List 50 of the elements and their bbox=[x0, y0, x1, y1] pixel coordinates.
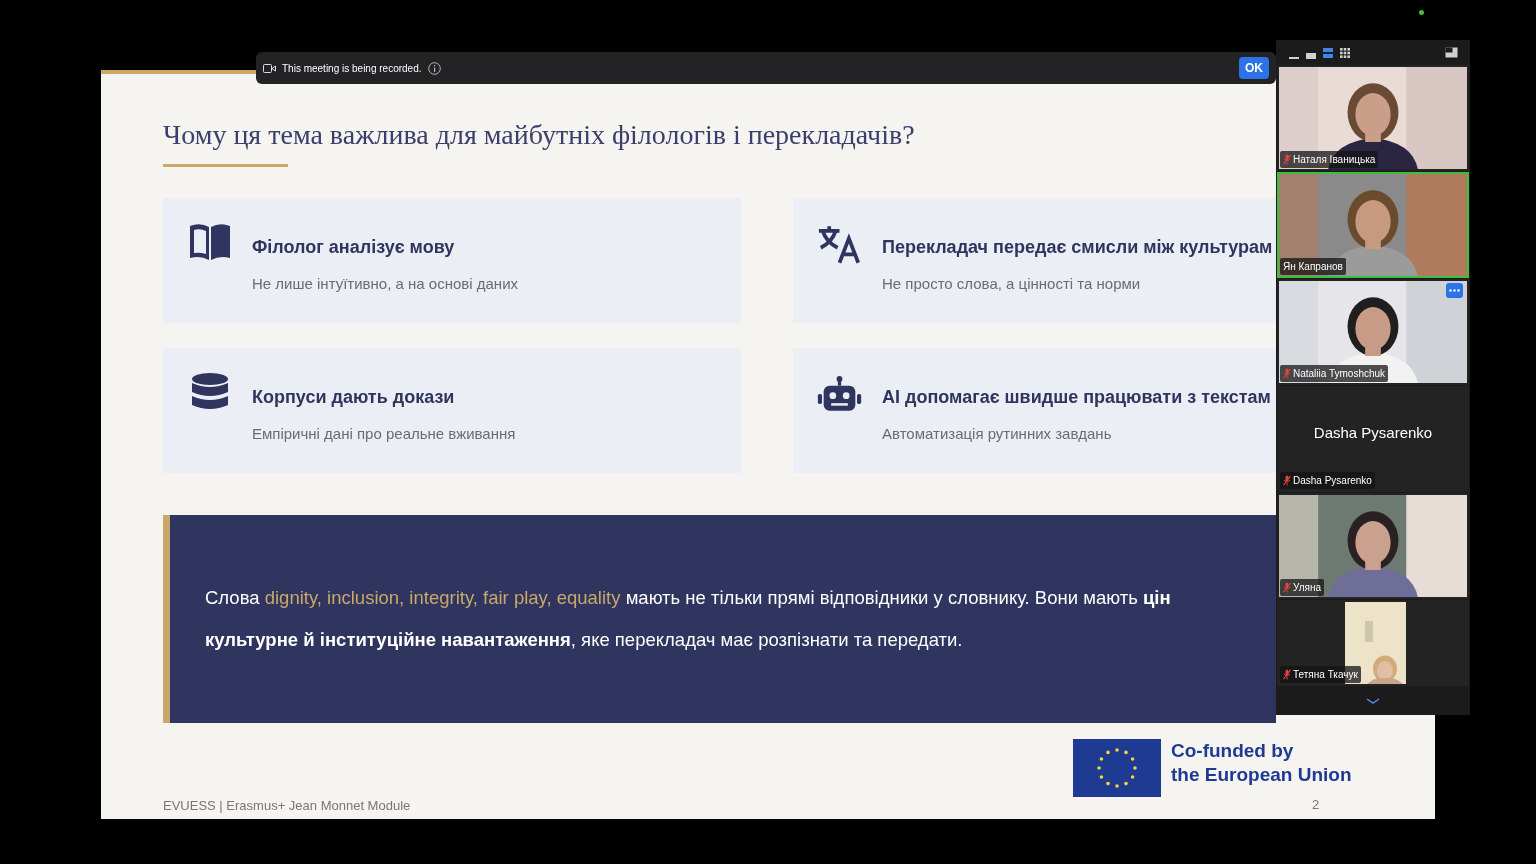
window-icon bbox=[1445, 47, 1458, 58]
card-title: Корпуси дають докази bbox=[252, 386, 456, 409]
muted-microphone-icon bbox=[1283, 368, 1291, 379]
card-title: Філолог аналізує мову bbox=[252, 236, 456, 259]
participant-name: Наталя Іваницька bbox=[1293, 153, 1376, 167]
participant-tile[interactable]: Наталя Іваницька bbox=[1277, 65, 1469, 171]
strip-view-icon bbox=[1306, 52, 1316, 59]
view-button[interactable] bbox=[1339, 46, 1351, 59]
ok-button[interactable]: OK bbox=[1239, 57, 1269, 79]
participant-tile[interactable]: Nataliia Tymoshchuk bbox=[1277, 279, 1469, 385]
book-icon bbox=[187, 222, 232, 262]
grid-view-icon bbox=[1340, 47, 1350, 58]
card-subtitle: Не лише інтуїтивно, а на основі даних bbox=[252, 274, 518, 294]
chevron-down-icon bbox=[1366, 697, 1380, 704]
participant-name: Тетяна Ткачук bbox=[1293, 668, 1358, 682]
participant-name: Ян Капранов bbox=[1283, 260, 1343, 274]
card-title: Перекладач передає смисли між культурам bbox=[882, 236, 1273, 259]
muted-microphone-icon bbox=[1283, 669, 1291, 680]
info-icon bbox=[427, 61, 441, 75]
slide-title: Чому ця тема важлива для майбутніх філологів і перекладачів? bbox=[163, 118, 916, 152]
eu-funding-label: the European Union bbox=[1171, 763, 1352, 787]
participant-tile[interactable]: Уляна bbox=[1277, 493, 1469, 599]
footer-text: EVUESS | Erasmus+ Jean Monnet Module bbox=[163, 797, 412, 815]
muted-microphone-icon bbox=[1283, 475, 1291, 486]
minimize-view-icon bbox=[1289, 56, 1299, 59]
status-dot-icon bbox=[1419, 10, 1424, 15]
eu-funding-label: Co-funded by bbox=[1171, 739, 1295, 763]
muted-microphone-icon bbox=[1283, 582, 1291, 593]
card-subtitle: Не просто слова, а цінності та норми bbox=[882, 274, 1142, 294]
card-subtitle: Емпіричні дані про реальне вживання bbox=[252, 424, 516, 444]
more-icon bbox=[1449, 289, 1460, 292]
recording-message: This meeting is being recorded. bbox=[282, 61, 422, 76]
participant-tile[interactable]: Тетяна Ткачук bbox=[1277, 600, 1469, 686]
participant-name: Dasha Pysarenko bbox=[1293, 474, 1372, 488]
quote-text: культурне й інституційне навантаження, яке перекладач має розпізнати та передати. bbox=[205, 628, 964, 652]
card-subtitle: Автоматизація рутинних завдань bbox=[882, 424, 1113, 444]
eu-flag-icon bbox=[1073, 739, 1161, 797]
speaker-view-icon bbox=[1323, 47, 1333, 58]
camera-icon bbox=[263, 63, 276, 73]
participant-tile[interactable]: Dasha Pysarenko Dasha Pysarenko bbox=[1277, 386, 1469, 492]
quote-text: Слова dignity, inclusion, integrity, fair play, equality мають не тільки прямі відповідники у словнику. Вони мають цін bbox=[205, 586, 1172, 610]
view-button[interactable] bbox=[1322, 46, 1334, 59]
muted-microphone-icon bbox=[1283, 154, 1291, 165]
participant-name: Уляна bbox=[1293, 581, 1322, 595]
card-title: AI допомагає швидше працювати з текстам bbox=[882, 386, 1271, 409]
page-number: 2 bbox=[1312, 796, 1321, 814]
participant-display-name: Dasha Pysarenko bbox=[1313, 423, 1433, 443]
participant-name: Nataliia Tymoshchuk bbox=[1293, 367, 1386, 381]
participant-tile[interactable]: Ян Капранов bbox=[1277, 172, 1469, 278]
more-options-button[interactable] bbox=[1446, 283, 1463, 298]
